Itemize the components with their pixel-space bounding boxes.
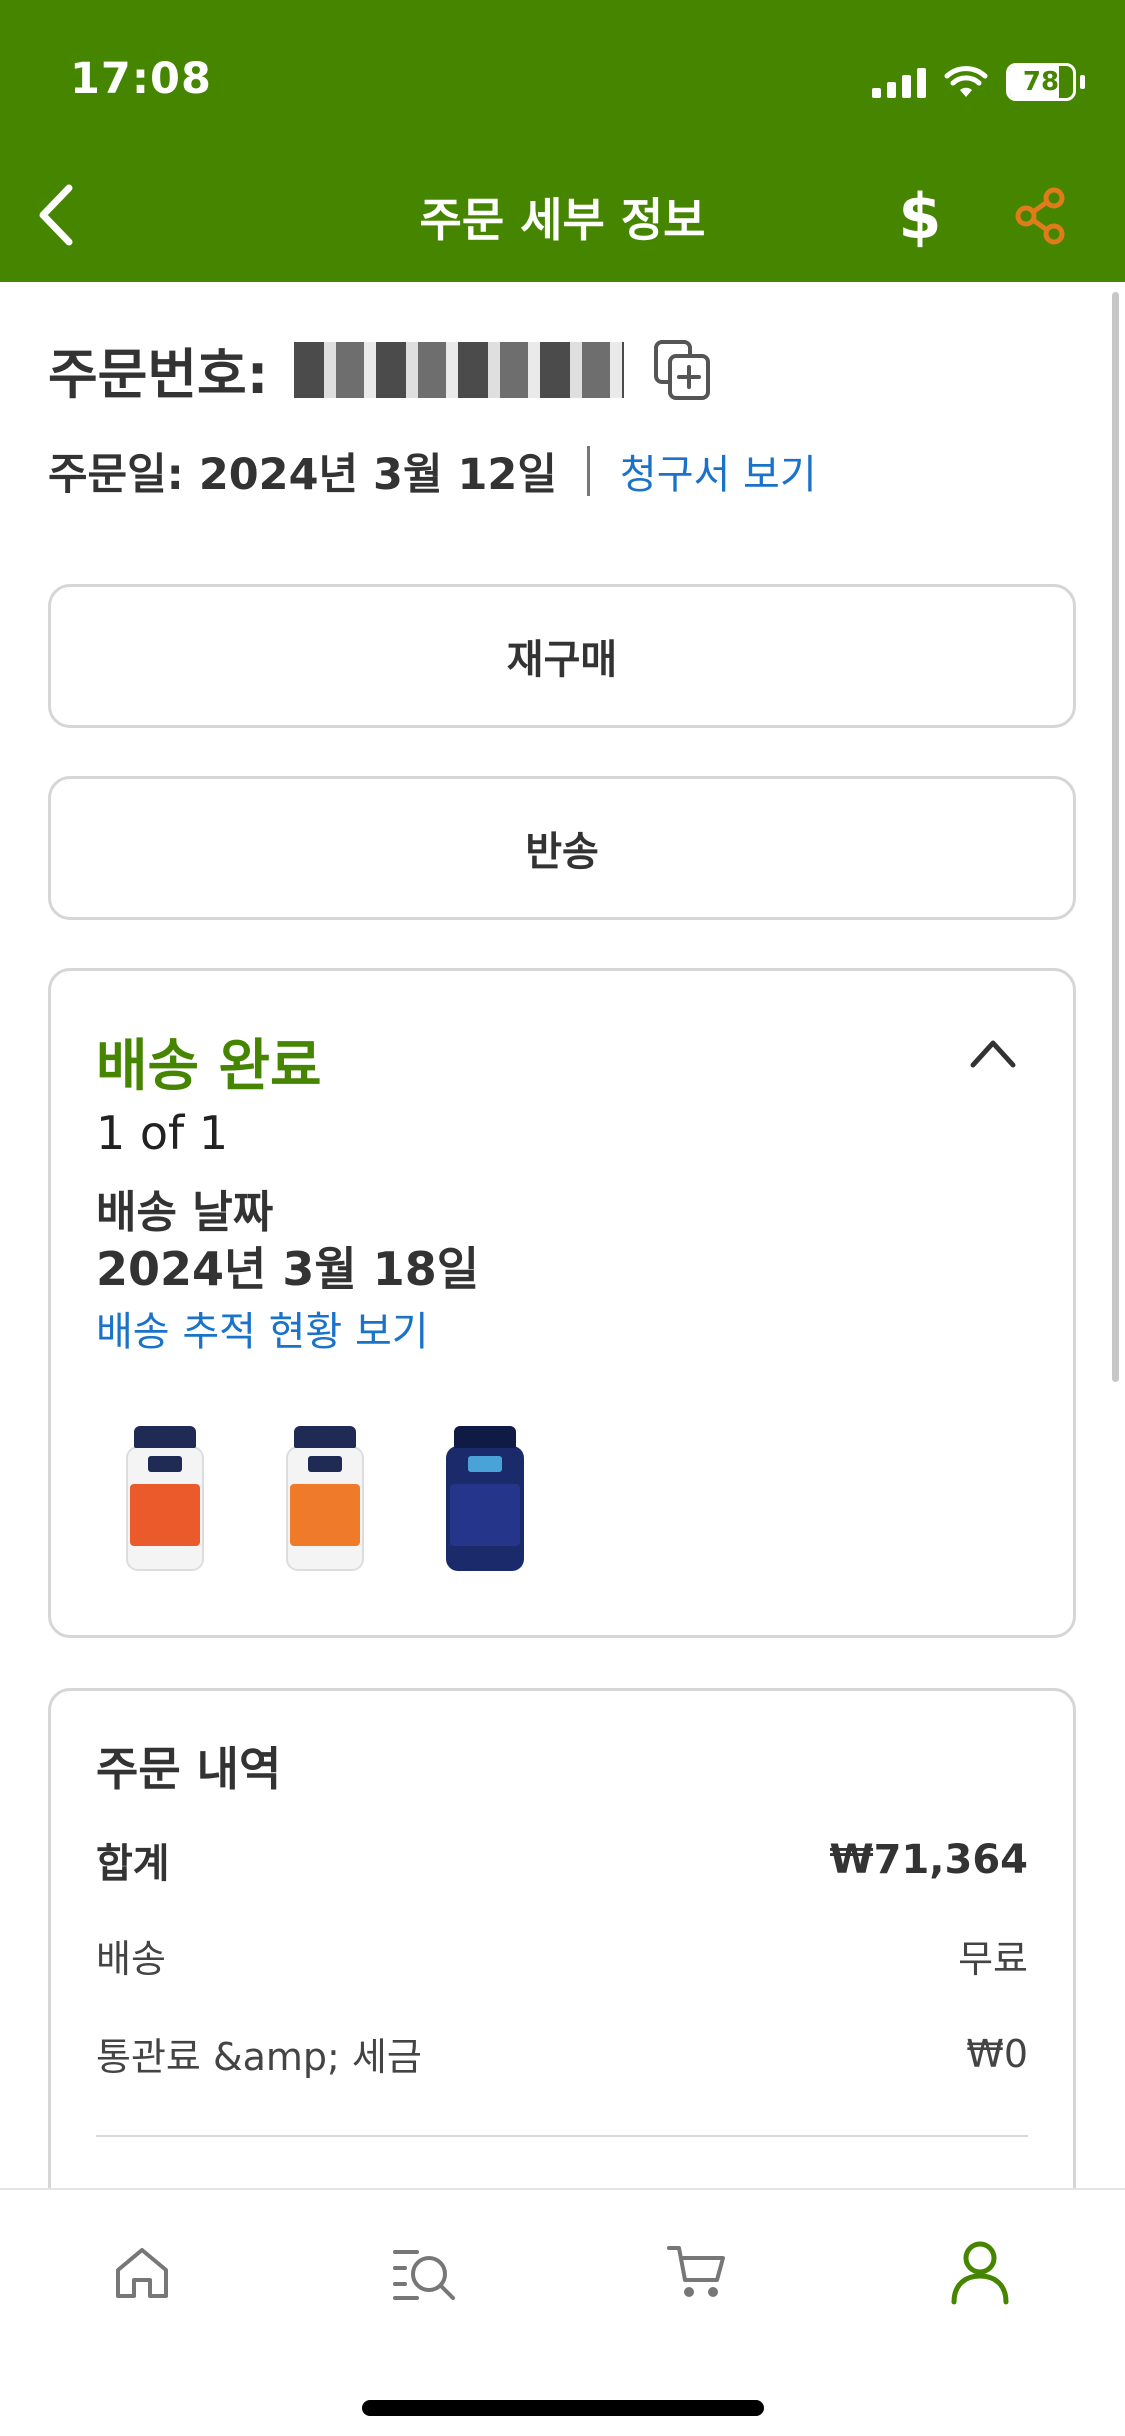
tab-account[interactable] (935, 2232, 1025, 2312)
home-indicator (362, 2400, 764, 2416)
summary-value: 무료 (958, 1937, 1028, 1981)
order-number-row: 주문번호: (48, 330, 714, 409)
battery-cap (1080, 75, 1085, 89)
order-date: 주문일: 2024년 3월 12일 (48, 450, 557, 500)
shipment-date: 2024년 3월 18일 (96, 1242, 480, 1296)
summary-row-total: 합계 ₩71,364 (96, 1831, 1028, 1889)
signal-icon (872, 66, 926, 98)
screen: 17:08 78 주문 세부 정보 $ 주문번호: 주문일: 2024년 3월 … (0, 0, 1125, 2436)
product-thumbnail[interactable] (286, 1426, 364, 1571)
tab-search[interactable] (380, 2232, 470, 2312)
summary-value: ₩0 (966, 2031, 1028, 2076)
product-thumbnail[interactable] (446, 1426, 524, 1571)
summary-divider (96, 2135, 1028, 2137)
summary-row-tax: 통관료 &amp; 세금 ₩0 (96, 2026, 1028, 2081)
product-thumbnails (126, 1426, 524, 1571)
cart-icon (667, 2246, 725, 2297)
summary-label: 합계 (96, 1841, 170, 1887)
order-date-row: 주문일: 2024년 3월 12일 청구서 보기 (48, 440, 817, 502)
tab-home[interactable] (97, 2232, 187, 2312)
scrollbar[interactable] (1112, 292, 1119, 1382)
status-icons: 78 (872, 60, 1085, 104)
summary-title: 주문 내역 (96, 1742, 282, 1796)
tab-bar (0, 2188, 1125, 2436)
header: 17:08 78 주문 세부 정보 $ (0, 0, 1125, 282)
shipment-card: 배송 완료 1 of 1 배송 날짜 2024년 3월 18일 배송 추적 현황… (48, 968, 1076, 1638)
currency-button[interactable]: $ (885, 176, 955, 256)
home-icon (116, 2248, 168, 2298)
page-title: 주문 세부 정보 (419, 193, 706, 247)
order-number-label: 주문번호: (48, 343, 269, 406)
copy-icon[interactable] (650, 338, 714, 402)
summary-value: ₩71,364 (829, 1837, 1028, 1883)
summary-label: 통관료 &amp; 세금 (96, 2035, 422, 2079)
share-button[interactable] (1005, 176, 1075, 256)
return-button[interactable]: 반송 (48, 776, 1076, 920)
invoice-link[interactable]: 청구서 보기 (620, 442, 817, 500)
tab-cart[interactable] (652, 2232, 742, 2312)
battery-icon: 78 (1006, 63, 1076, 101)
status-time: 17:08 (70, 54, 212, 104)
wifi-icon (944, 66, 988, 97)
search-list-icon (393, 2250, 455, 2300)
order-number-redacted (294, 341, 625, 398)
reorder-button[interactable]: 재구매 (48, 584, 1076, 728)
battery-percent: 78 (1022, 67, 1060, 97)
product-thumbnail[interactable] (126, 1426, 204, 1571)
divider (586, 446, 590, 496)
share-icon (1015, 187, 1065, 245)
shipment-count: 1 of 1 (96, 1106, 229, 1160)
shipment-status: 배송 완료 (96, 1034, 322, 1099)
account-icon (951, 2241, 1009, 2305)
tracking-link[interactable]: 배송 추적 현황 보기 (96, 1299, 429, 1357)
summary-label: 배송 (96, 1937, 166, 1981)
chevron-up-icon[interactable] (968, 1033, 1018, 1073)
shipment-date-label: 배송 날짜 (96, 1187, 274, 1238)
summary-row-shipping: 배송 무료 (96, 1928, 1028, 1983)
